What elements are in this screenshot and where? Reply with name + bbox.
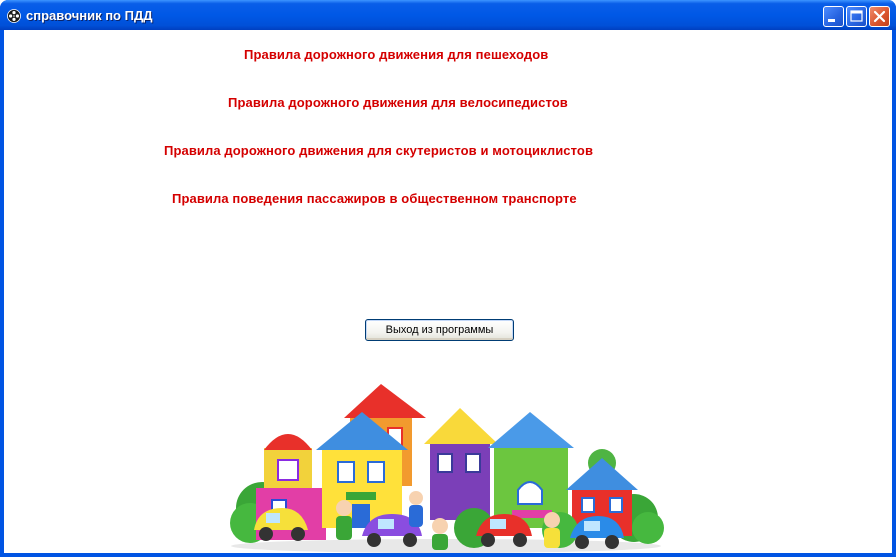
title-bar[interactable]: справочник по ПДД xyxy=(0,0,896,30)
close-icon xyxy=(873,10,886,23)
app-window: справочник по ПДД Правила дорожного движ… xyxy=(0,0,896,557)
link-pedestrians[interactable]: Правила дорожного движения для пешеходов xyxy=(244,47,548,62)
client-area: Правила дорожного движения для пешеходов… xyxy=(4,30,892,553)
maximize-icon xyxy=(850,10,863,22)
link-passengers[interactable]: Правила поведения пассажиров в обществен… xyxy=(172,191,577,206)
exit-button[interactable]: Выход из программы xyxy=(365,319,514,341)
toy-town-illustration xyxy=(230,384,664,553)
link-cyclists[interactable]: Правила дорожного движения для велосипед… xyxy=(228,95,568,110)
link-scooter-motorcyclists[interactable]: Правила дорожного движения для скутерист… xyxy=(164,143,593,158)
close-button[interactable] xyxy=(869,6,890,27)
minimize-button[interactable] xyxy=(823,6,844,27)
maximize-button[interactable] xyxy=(846,6,867,27)
film-reel-icon[interactable] xyxy=(7,8,21,23)
minimize-icon xyxy=(828,19,835,22)
window-title: справочник по ПДД xyxy=(26,8,153,23)
